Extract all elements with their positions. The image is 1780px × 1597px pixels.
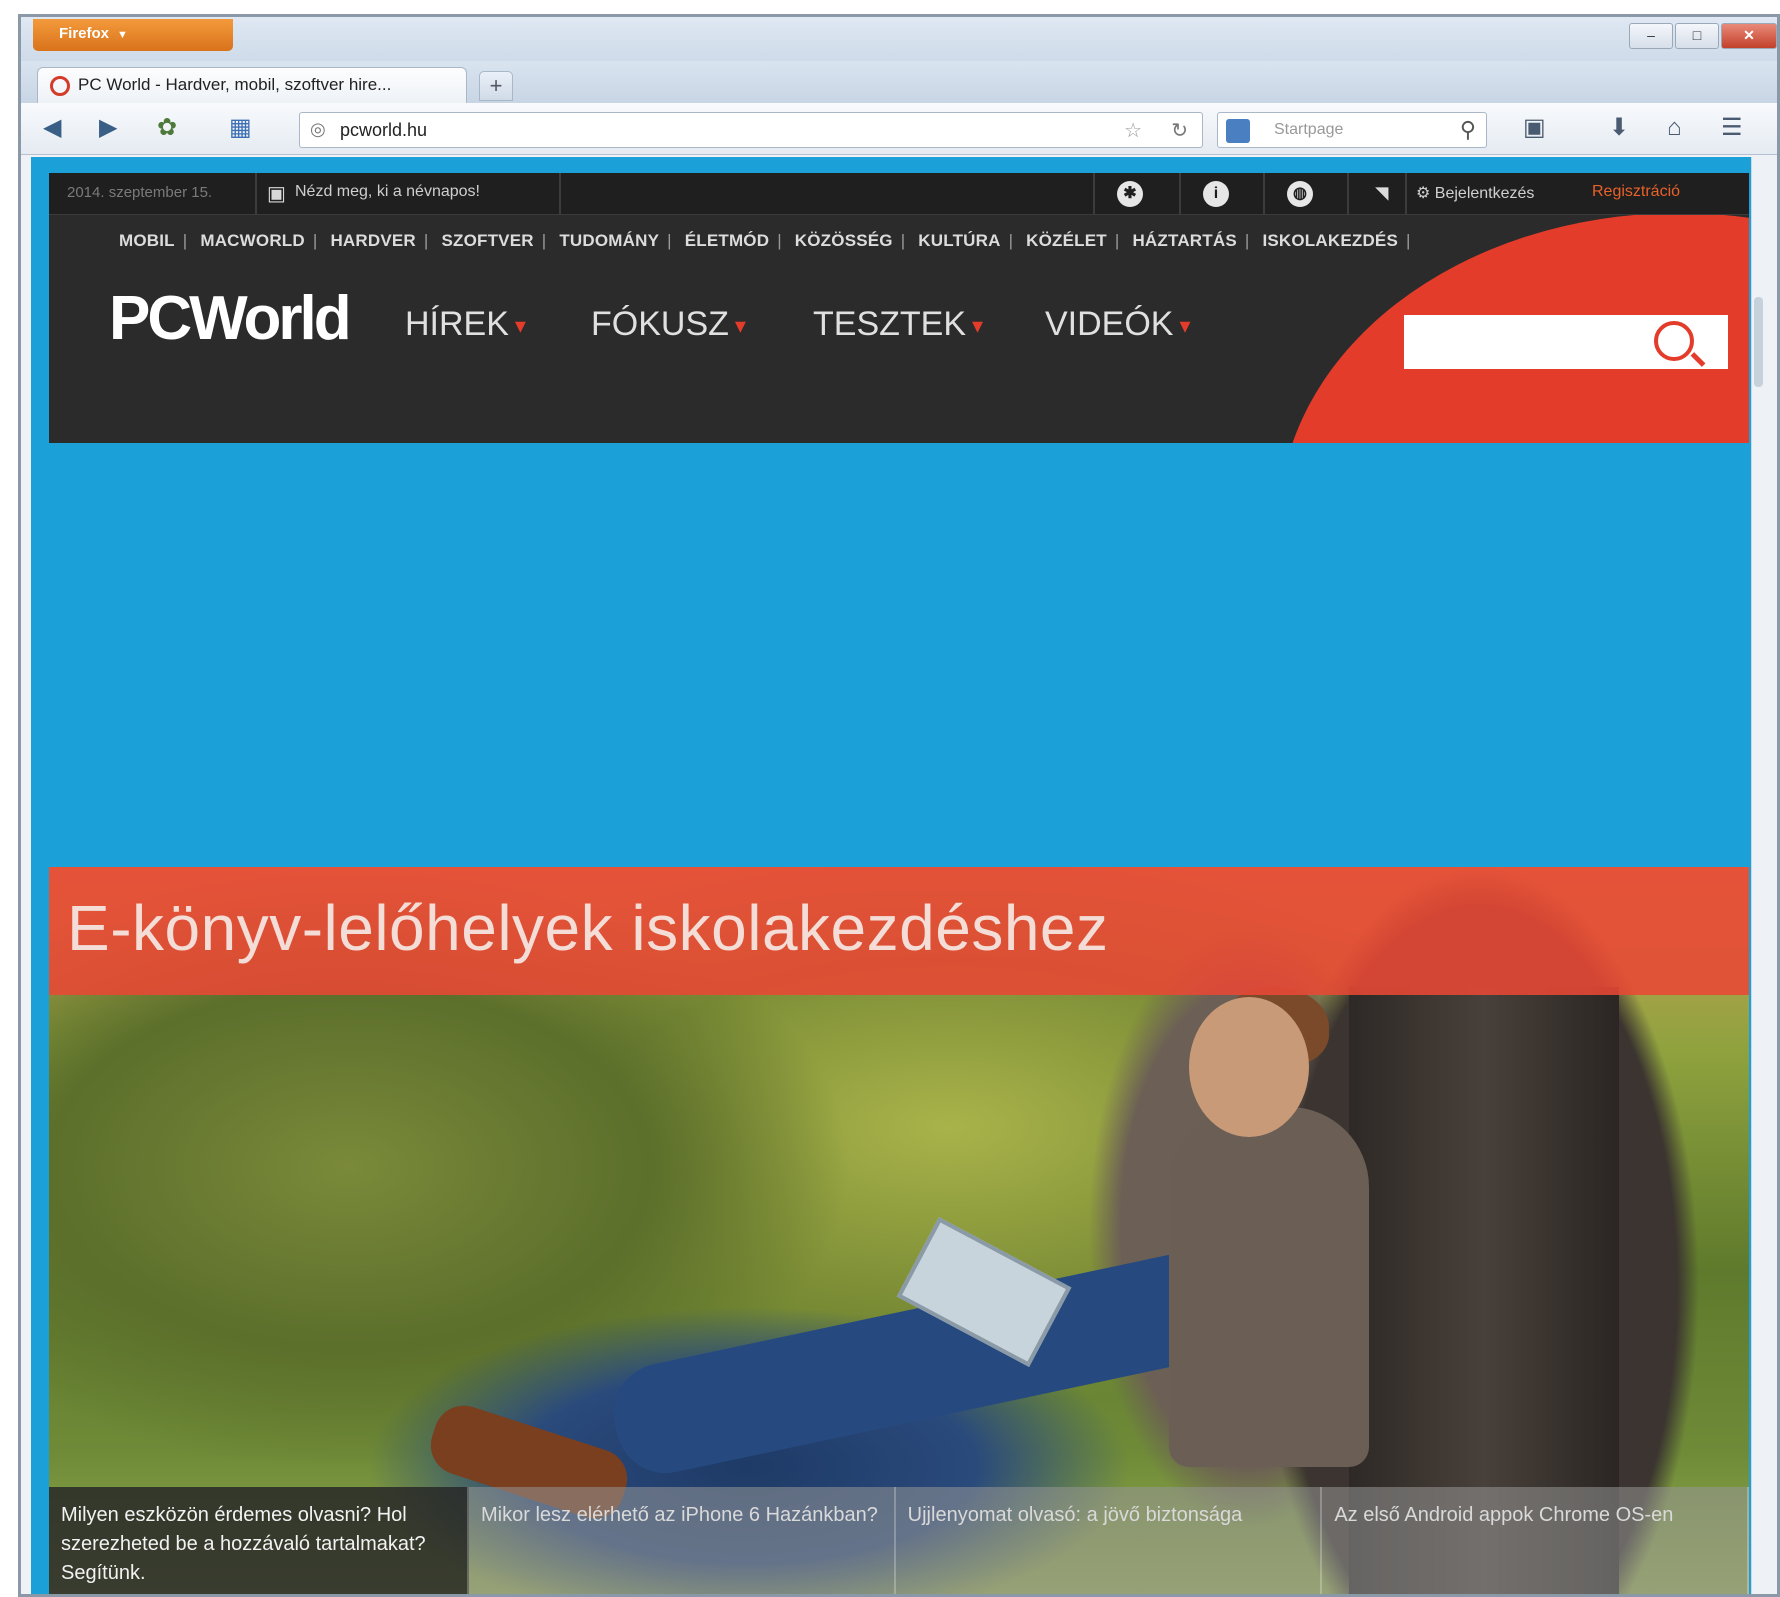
main-nav-label: VIDEÓK (1045, 305, 1174, 343)
divider (1347, 173, 1349, 215)
category-nav: MOBIL | MACWORLD | HARDVER | SZOFTVER | TUDO… (119, 231, 1411, 250)
page-viewport: 2014. szeptember 15. ▣ Nézd meg, ki a né… (31, 157, 1765, 1594)
rss-icon[interactable]: ◥ (1369, 181, 1395, 207)
maximize-button[interactable]: □ (1675, 23, 1719, 49)
divider (1179, 173, 1181, 215)
category-link-eletmod[interactable]: ÉLETMÓD (685, 231, 770, 250)
firefox-menu-button[interactable]: Firefox ▼ (33, 19, 233, 51)
story-item[interactable]: Ujjlenyomat olvasó: a jövő biztonsága (895, 1487, 1323, 1594)
search-icon-handle (1690, 352, 1706, 367)
addon-icon[interactable]: ✿ (157, 115, 177, 141)
register-link[interactable]: Regisztráció (1592, 183, 1680, 201)
site-logo[interactable]: PCWorld (109, 283, 352, 354)
category-link-mobil[interactable]: MOBIL (119, 231, 175, 250)
chevron-down-icon: ▾ (514, 313, 526, 339)
divider (1263, 173, 1265, 215)
chevron-down-icon: ▾ (734, 313, 746, 339)
divider (559, 173, 561, 215)
hero-title-bar: E-könyv-lelőhelyek iskolakezdéshez (49, 867, 1749, 995)
browser-window: Firefox ▼ – □ ✕ PC World - Hardver, mobil… (18, 14, 1780, 1597)
reload-icon[interactable]: ↻ (1171, 118, 1188, 143)
info-icon[interactable]: i (1203, 181, 1229, 207)
calendar-icon: ▣ (267, 183, 286, 205)
hero-title[interactable]: E-könyv-lelőhelyek iskolakezdéshez (67, 891, 1109, 965)
home-icon[interactable]: ⌂ (1667, 115, 1682, 141)
new-tab-button[interactable]: + (479, 71, 513, 101)
minimize-button[interactable]: – (1629, 23, 1673, 49)
scrollbar-thumb[interactable] (1754, 297, 1763, 387)
category-link-macworld[interactable]: MACWORLD (200, 231, 305, 250)
url-text: pcworld.hu (340, 120, 428, 140)
chevron-down-icon: ▼ (117, 29, 128, 41)
category-link-kozosseg[interactable]: KÖZÖSSÉG (795, 231, 893, 250)
category-link-iskolakezdes[interactable]: ISKOLAKEZDÉS (1262, 231, 1398, 250)
forward-arrow-icon[interactable]: ▶ (99, 115, 117, 141)
name-days-link[interactable]: Nézd meg, ki a névnapos! (295, 183, 480, 201)
main-nav-label: HÍREK (405, 305, 509, 343)
globe-icon[interactable]: ◍ (1287, 181, 1313, 207)
bookmark-star-icon[interactable]: ☆ (1124, 118, 1142, 143)
sidebar-icon[interactable]: ▣ (1523, 115, 1546, 141)
category-link-kozelet[interactable]: KÖZÉLET (1026, 231, 1107, 250)
search-engine-icon[interactable] (1226, 119, 1250, 143)
close-button[interactable]: ✕ (1721, 23, 1777, 49)
hero-photo-person-body (1169, 1107, 1369, 1467)
window-controls: – □ ✕ (1627, 23, 1777, 51)
back-arrow-icon[interactable]: ◀ (43, 115, 61, 141)
main-nav-videok[interactable]: VIDEÓK ▾ (1045, 305, 1191, 344)
tab-title: PC World - Hardver, mobil, szoftver hire… (78, 75, 392, 94)
hero-photo-person-head (1189, 997, 1309, 1137)
story-strip: Milyen eszközön érdemes olvasni? Hol sze… (49, 1487, 1749, 1594)
address-bar[interactable]: ◎ pcworld.hu ☆ ↻ (299, 112, 1203, 148)
current-date: 2014. szeptember 15. (67, 184, 213, 201)
menu-icon[interactable]: ☰ (1721, 115, 1743, 141)
hero-banner[interactable]: E-könyv-lelőhelyek iskolakezdéshez Milye… (49, 867, 1749, 1594)
site-header: 2014. szeptember 15. ▣ Nézd meg, ki a né… (49, 173, 1749, 443)
story-item[interactable]: Mikor lesz elérhető az iPhone 6 Hazánkba… (469, 1487, 896, 1594)
main-nav-label: FÓKUSZ (591, 305, 729, 343)
main-nav-label: TESZTEK (813, 305, 967, 343)
settings-icon[interactable]: ✱ (1117, 181, 1143, 207)
category-link-kultura[interactable]: KULTÚRA (918, 231, 1000, 250)
utility-bar: 2014. szeptember 15. ▣ Nézd meg, ki a né… (49, 173, 1749, 215)
chevron-down-icon: ▾ (1179, 313, 1191, 339)
divider (1405, 173, 1407, 215)
bookmarks-icon[interactable]: ▦ (229, 115, 252, 141)
category-link-haztartas[interactable]: HÁZTARTÁS (1132, 231, 1236, 250)
main-nav-tesztek[interactable]: TESZTEK ▾ (813, 305, 983, 344)
page-scrollbar[interactable] (1751, 157, 1765, 1594)
firefox-menu-label: Firefox (59, 25, 110, 42)
site-favicon-icon (50, 76, 70, 96)
site-search-input[interactable] (1404, 315, 1728, 369)
story-item[interactable]: Milyen eszközön érdemes olvasni? Hol sze… (49, 1487, 469, 1594)
search-icon[interactable]: ⚲ (1460, 117, 1476, 143)
divider (255, 173, 257, 215)
browser-search-bar[interactable]: Startpage ⚲ (1217, 112, 1487, 148)
login-label: Bejelentkezés (1434, 185, 1535, 202)
login-link[interactable]: ⚙ Bejelentkezés (1416, 183, 1534, 203)
tab-pcworld[interactable]: PC World - Hardver, mobil, szoftver hire… (37, 67, 467, 103)
chevron-down-icon: ▾ (972, 313, 984, 339)
search-icon[interactable] (1654, 321, 1694, 361)
story-item[interactable]: Az első Android appok Chrome OS-en (1322, 1487, 1749, 1594)
main-nav-hirek[interactable]: HÍREK ▾ (405, 305, 526, 344)
category-link-szoftver[interactable]: SZOFTVER (441, 231, 533, 250)
divider (1093, 173, 1095, 215)
site-info-icon[interactable]: ◎ (310, 119, 326, 140)
search-placeholder: Startpage (1274, 121, 1344, 138)
tab-strip: PC World - Hardver, mobil, szoftver hire… (21, 61, 1777, 103)
download-icon[interactable]: ⬇ (1609, 115, 1629, 141)
title-bar: Firefox ▼ – □ ✕ (21, 17, 1777, 61)
main-nav-fokusz[interactable]: FÓKUSZ ▾ (591, 305, 746, 344)
category-link-hardver[interactable]: HARDVER (330, 231, 415, 250)
navigation-toolbar: ◀ ▶ ✿ ▦ ◎ pcworld.hu ☆ ↻ Startpage ⚲ ▣ ⬇… (21, 103, 1777, 155)
category-link-tudomany[interactable]: TUDOMÁNY (559, 231, 659, 250)
